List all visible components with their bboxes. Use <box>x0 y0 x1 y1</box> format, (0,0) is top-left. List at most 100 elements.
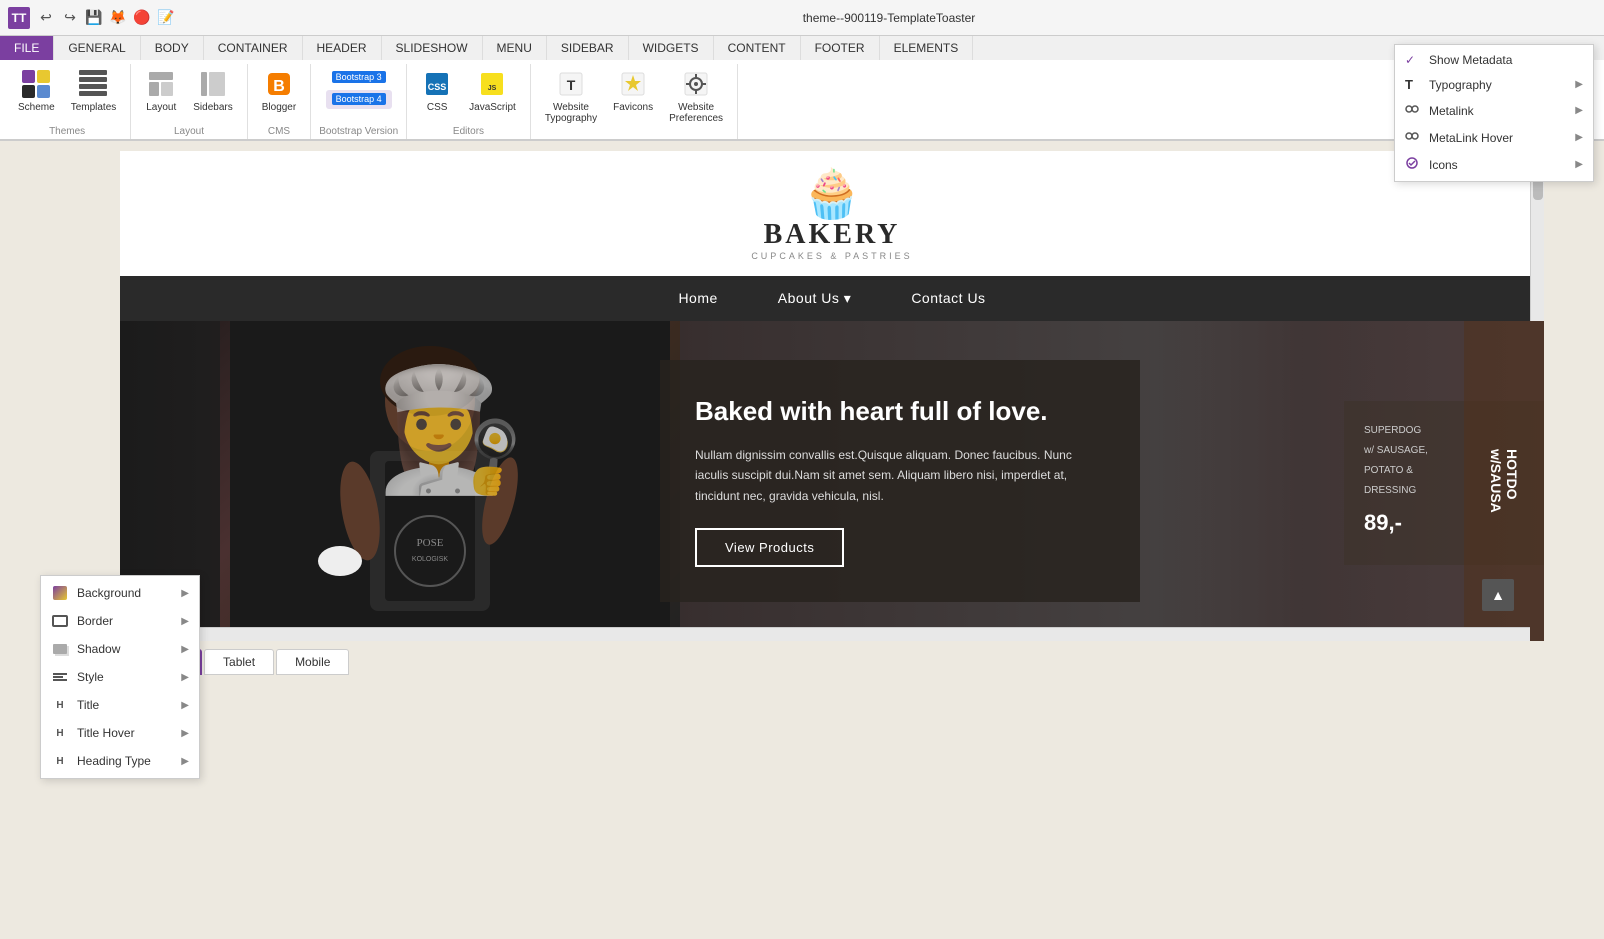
tab-slideshow[interactable]: SLIDESHOW <box>382 36 483 60</box>
browser-icon[interactable]: 🦊 <box>108 8 128 28</box>
ribbon-item-bootstrap3[interactable]: Bootstrap 3 <box>326 68 392 87</box>
site-logo: 🧁 BAKERY CUPCAKES & PASTRIES <box>751 171 912 261</box>
title-hover-label: Title Hover <box>77 726 181 740</box>
ribbon-item-sidebars[interactable]: Sidebars <box>187 64 238 117</box>
ribbon-item-javascript[interactable]: JS JavaScript <box>463 64 522 117</box>
metalink-label: Metalink <box>1429 104 1474 118</box>
layout-label: Layout <box>146 102 176 113</box>
website-typography-label: WebsiteTypography <box>545 102 597 124</box>
website-preferences-label: WebsitePreferences <box>669 102 723 124</box>
sidebars-icon <box>197 68 229 100</box>
tab-sidebar[interactable]: SIDEBAR <box>547 36 629 60</box>
templates-label: Templates <box>71 102 117 113</box>
ribbon-item-layout[interactable]: Layout <box>139 64 183 117</box>
site-hero: POSE KOLOGISK SUPERDOG w/ SAUSAGE, POTAT… <box>120 321 1544 641</box>
favicons-label: Favicons <box>613 102 653 113</box>
tab-elements[interactable]: ELEMENTS <box>880 36 974 60</box>
ribbon-group-editors: CSS CSS JS JavaScript Editors <box>407 64 531 139</box>
tab-header[interactable]: HEADER <box>303 36 382 60</box>
ctx-show-metadata[interactable]: ✓ Show Metadata <box>1395 48 1593 72</box>
ribbon-group-themes: Scheme Templates Themes <box>4 64 131 139</box>
themes-group-label: Themes <box>49 126 85 137</box>
ctx-style[interactable]: Style ▶ <box>41 663 199 691</box>
nav-contact[interactable]: Contact Us <box>911 290 985 307</box>
ribbon-item-website-preferences[interactable]: WebsitePreferences <box>663 64 729 128</box>
scrollbar-horizontal[interactable] <box>120 627 1530 641</box>
ctx-border[interactable]: Border ▶ <box>41 607 199 635</box>
ribbon-item-website-typography[interactable]: T WebsiteTypography <box>539 64 603 128</box>
tab-footer[interactable]: FOOTER <box>801 36 880 60</box>
nav-home[interactable]: Home <box>678 290 717 307</box>
tab-file[interactable]: FILE <box>0 36 54 60</box>
border-icon <box>51 612 69 630</box>
ribbon-item-bootstrap4[interactable]: Bootstrap 4 <box>326 90 392 109</box>
ctx-metalink[interactable]: Metalink ▶ <box>1395 97 1593 124</box>
typography-icon: T <box>1405 77 1423 92</box>
save-button[interactable]: 💾 <box>84 8 104 28</box>
css-icon: CSS <box>421 68 453 100</box>
style-submenu-arrow: ▶ <box>181 672 189 683</box>
tab-container[interactable]: CONTAINER <box>204 36 303 60</box>
svg-text:POSE: POSE <box>417 537 444 549</box>
ribbon-group-items-layout: Layout Sidebars <box>139 64 238 124</box>
ribbon-item-scheme[interactable]: Scheme <box>12 64 61 117</box>
settings-icon[interactable]: 📝 <box>156 8 176 28</box>
app-icon: TT <box>8 7 30 29</box>
style-icon <box>51 668 69 686</box>
ctx-heading-type[interactable]: H Heading Type ▶ <box>41 747 199 775</box>
ribbon-group-items-editors: CSS CSS JS JavaScript <box>415 64 522 124</box>
tab-menu[interactable]: MENU <box>483 36 547 60</box>
show-metadata-label: Show Metadata <box>1429 53 1512 67</box>
ctx-metalink-hover[interactable]: MetaLink Hover ▶ <box>1395 124 1593 151</box>
title-icon: H <box>51 696 69 714</box>
metalink-hover-icon <box>1405 129 1423 146</box>
icons-submenu-arrow: ▶ <box>1575 159 1583 170</box>
ribbon: FILE GENERAL BODY CONTAINER HEADER SLIDE… <box>0 36 1604 141</box>
viewport-tabs: Desktop Tablet Mobile <box>120 641 1544 683</box>
ctx-shadow[interactable]: Shadow ▶ <box>41 635 199 663</box>
ribbon-item-templates[interactable]: Templates <box>65 64 123 117</box>
tab-widgets[interactable]: WIDGETS <box>629 36 714 60</box>
website-preferences-icon <box>680 68 712 100</box>
scroll-to-top-button[interactable]: ▲ <box>1482 579 1514 611</box>
title-hover-icon: H <box>51 724 69 742</box>
tab-body[interactable]: BODY <box>141 36 204 60</box>
ctx-icons[interactable]: Icons ▶ <box>1395 151 1593 178</box>
ctx-typography[interactable]: T Typography ▶ <box>1395 72 1593 97</box>
tab-tablet[interactable]: Tablet <box>204 649 274 675</box>
redo-button[interactable]: ↪ <box>60 8 80 28</box>
background-icon <box>51 584 69 602</box>
ctx-title[interactable]: H Title ▶ <box>41 691 199 719</box>
shadow-label: Shadow <box>77 642 181 656</box>
ctx-background[interactable]: Background ▶ <box>41 579 199 607</box>
background-label: Background <box>77 586 181 600</box>
typography-submenu-arrow: ▶ <box>1575 79 1583 90</box>
undo-button[interactable]: ↩ <box>36 8 56 28</box>
view-products-button[interactable]: View Products <box>695 528 844 567</box>
logo-cupcake-icon: 🧁 <box>802 171 862 219</box>
sidebars-label: Sidebars <box>193 102 232 113</box>
svg-text:JS: JS <box>488 85 497 92</box>
app-bar-buttons: ↩ ↪ 💾 🦊 🔴 📝 <box>36 8 176 28</box>
border-submenu-arrow: ▶ <box>181 616 189 627</box>
ribbon-group-items-bootstrap: Bootstrap 3 Bootstrap 4 <box>326 64 392 124</box>
icons-menu-icon <box>1405 156 1423 173</box>
ribbon-item-css[interactable]: CSS CSS <box>415 64 459 117</box>
hero-description: Nullam dignissim convallis est.Quisque a… <box>695 445 1105 506</box>
svg-text:T: T <box>567 77 576 93</box>
ribbon-item-blogger[interactable]: B Blogger <box>256 64 302 117</box>
heading-type-icon: H <box>51 752 69 770</box>
nav-about[interactable]: About Us ▾ <box>778 290 852 307</box>
ctx-title-hover[interactable]: H Title Hover ▶ <box>41 719 199 747</box>
scheme-label: Scheme <box>18 102 55 113</box>
heading-type-submenu-arrow: ▶ <box>181 756 189 767</box>
style-label: Style <box>77 670 181 684</box>
layout-icon <box>145 68 177 100</box>
tab-content[interactable]: CONTENT <box>714 36 801 60</box>
border-label: Border <box>77 614 181 628</box>
title-label: Title <box>77 698 181 712</box>
close-icon[interactable]: 🔴 <box>132 8 152 28</box>
tab-mobile[interactable]: Mobile <box>276 649 349 675</box>
ribbon-item-favicons[interactable]: Favicons <box>607 64 659 117</box>
tab-general[interactable]: GENERAL <box>54 36 140 60</box>
